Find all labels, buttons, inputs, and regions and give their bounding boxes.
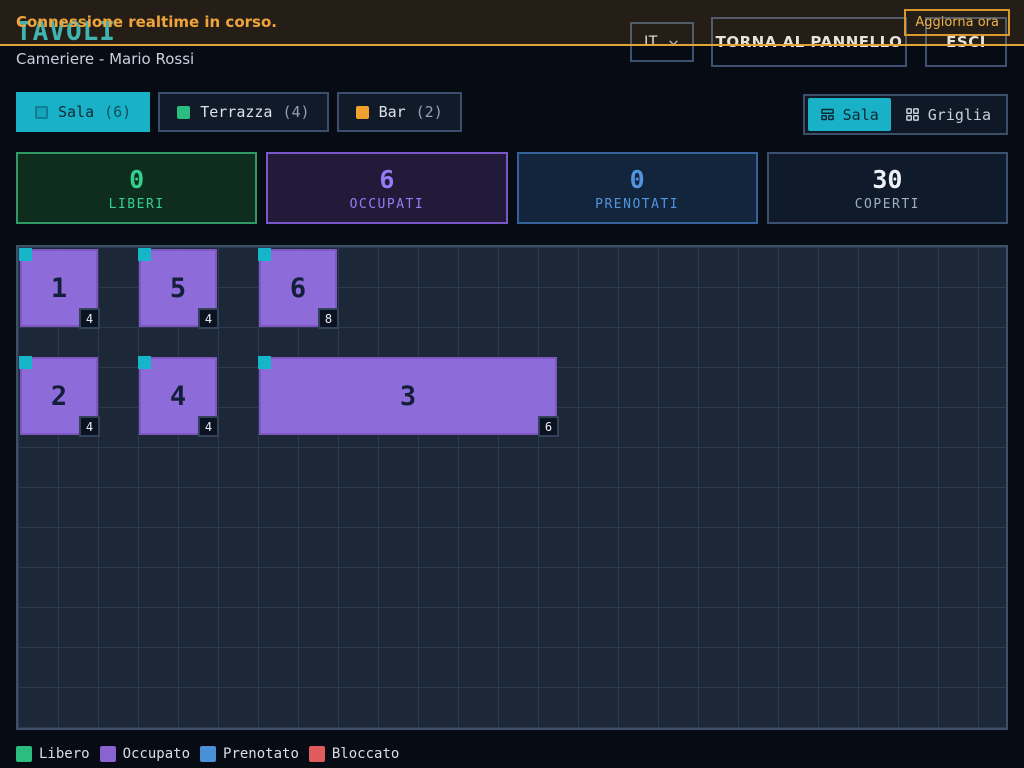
drag-handle[interactable] [138, 248, 151, 261]
stat-label: OCCUPATI [350, 197, 425, 212]
view-sala-button[interactable]: Sala [808, 98, 891, 131]
terrazza-area-icon [177, 106, 190, 119]
table-number: 3 [400, 381, 416, 412]
legend-item-occupato: Occupato [100, 746, 190, 762]
seats-badge: 6 [538, 416, 559, 437]
seats-badge: 8 [318, 308, 339, 329]
bar-area-icon [356, 106, 369, 119]
stat-value: 6 [379, 165, 394, 194]
legend-label: Bloccato [332, 746, 399, 762]
tab-count: (6) [104, 103, 131, 121]
drag-handle[interactable] [258, 248, 271, 261]
table-number: 4 [170, 381, 186, 412]
table-number: 6 [290, 273, 306, 304]
floor-plan: 1 4 5 4 6 8 2 4 4 4 3 6 [16, 245, 1008, 730]
legend-item-bloccato: Bloccato [309, 746, 399, 762]
stat-value: 0 [630, 165, 645, 194]
stats-row: 0 LIBERI 6 OCCUPATI 0 PRENOTATI 30 COPER… [16, 152, 1008, 224]
seats-badge: 4 [79, 416, 100, 437]
view-option-label: Griglia [928, 106, 991, 124]
seats-badge: 4 [79, 308, 100, 329]
stat-prenotati: 0 PRENOTATI [517, 152, 758, 224]
legend-label: Occupato [123, 746, 190, 762]
tab-label: Sala [58, 103, 94, 121]
stat-label: PRENOTATI [595, 197, 679, 212]
area-tabs: Sala (6) Terrazza (4) Bar (2) [16, 92, 462, 132]
table-number: 1 [51, 273, 67, 304]
stat-occupati: 6 OCCUPATI [266, 152, 507, 224]
drag-handle[interactable] [19, 356, 32, 369]
table-2[interactable]: 2 4 [20, 357, 98, 435]
occupato-color-swatch [100, 746, 116, 762]
status-legend: Libero Occupato Prenotato Bloccato [16, 746, 399, 762]
realtime-connection-banner: Connessione realtime in corso. Aggiorna … [0, 0, 1024, 46]
tab-sala[interactable]: Sala (6) [16, 92, 150, 132]
legend-item-libero: Libero [16, 746, 90, 762]
tab-bar[interactable]: Bar (2) [337, 92, 462, 132]
table-5[interactable]: 5 4 [139, 249, 217, 327]
stat-coperti: 30 COPERTI [767, 152, 1008, 224]
table-1[interactable]: 1 4 [20, 249, 98, 327]
tab-terrazza[interactable]: Terrazza (4) [158, 92, 328, 132]
tab-label: Terrazza [200, 103, 272, 121]
table-number: 2 [51, 381, 67, 412]
legend-item-prenotato: Prenotato [200, 746, 299, 762]
table-6[interactable]: 6 8 [259, 249, 337, 327]
seats-badge: 4 [198, 308, 219, 329]
floor-layout-icon [820, 107, 835, 122]
bloccato-color-swatch [309, 746, 325, 762]
view-mode-toggle: Sala Griglia [803, 94, 1008, 135]
table-4[interactable]: 4 4 [139, 357, 217, 435]
stat-value: 30 [872, 165, 902, 194]
sala-area-icon [35, 106, 48, 119]
grid-icon [905, 107, 920, 122]
table-number: 5 [170, 273, 186, 304]
stat-value: 0 [129, 165, 144, 194]
view-option-label: Sala [843, 106, 879, 124]
prenotato-color-swatch [200, 746, 216, 762]
drag-handle[interactable] [258, 356, 271, 369]
libero-color-swatch [16, 746, 32, 762]
view-griglia-button[interactable]: Griglia [893, 98, 1003, 131]
refresh-now-button[interactable]: Aggiorna ora [904, 9, 1010, 36]
stat-liberi: 0 LIBERI [16, 152, 257, 224]
tab-count: (2) [416, 103, 443, 121]
drag-handle[interactable] [19, 248, 32, 261]
tab-count: (4) [282, 103, 309, 121]
seats-badge: 4 [198, 416, 219, 437]
stat-label: LIBERI [109, 197, 165, 212]
legend-label: Libero [39, 746, 90, 762]
legend-label: Prenotato [223, 746, 299, 762]
stat-label: COPERTI [855, 197, 920, 212]
user-role-subtitle: Cameriere - Mario Rossi [16, 50, 194, 68]
table-3[interactable]: 3 6 [259, 357, 557, 435]
connection-status-text: Connessione realtime in corso. [16, 13, 277, 31]
tab-label: Bar [379, 103, 406, 121]
drag-handle[interactable] [138, 356, 151, 369]
